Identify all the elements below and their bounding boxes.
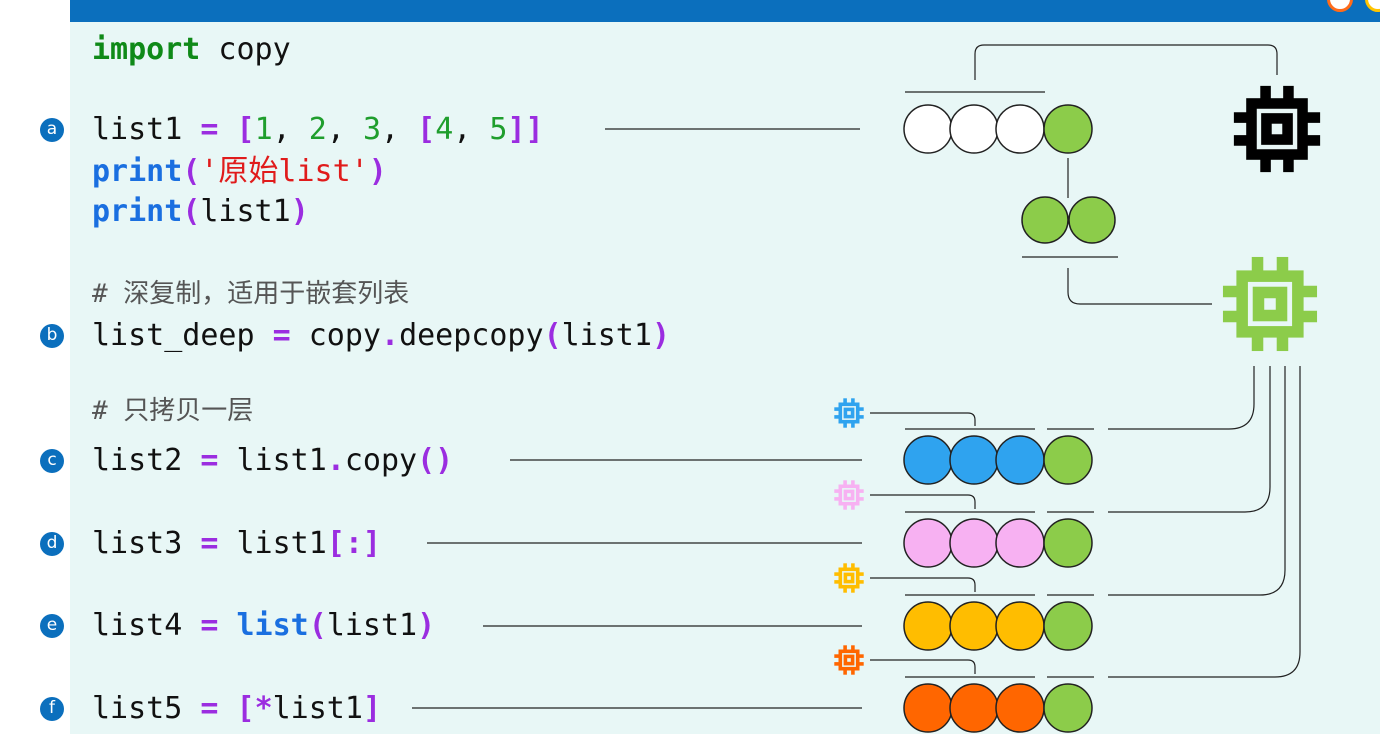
list-element	[949, 104, 999, 154]
list-element	[903, 104, 953, 154]
nested-shared-link	[1108, 366, 1286, 596]
list-element	[903, 518, 953, 568]
list-element	[949, 683, 999, 733]
nested-shared-link	[1108, 366, 1301, 678]
memory-link	[870, 412, 976, 426]
nested-list-ref	[1043, 518, 1093, 568]
nested-list-ref	[1043, 683, 1093, 733]
nested-shared-link	[1108, 366, 1271, 513]
nested-shared-link	[1108, 366, 1255, 430]
list-element	[903, 435, 953, 485]
nested-element	[1068, 196, 1116, 244]
list-element	[949, 518, 999, 568]
chip-icon-list4	[834, 563, 864, 593]
nested-list-ref	[1043, 435, 1093, 485]
list-element	[903, 683, 953, 733]
chip-icon-list5	[834, 645, 864, 675]
nested-list-ref	[1043, 601, 1093, 651]
memory-link	[870, 577, 976, 592]
list-element	[995, 601, 1045, 651]
list-element	[949, 435, 999, 485]
nested-element	[1021, 196, 1069, 244]
list-element	[903, 601, 953, 651]
memory-link	[1067, 268, 1212, 305]
list-element	[995, 683, 1045, 733]
list-element	[995, 518, 1045, 568]
memory-link	[870, 494, 976, 509]
chip-icon-list3	[834, 480, 864, 510]
memory-link	[974, 44, 1278, 80]
memory-link	[870, 659, 976, 674]
list-element	[949, 601, 999, 651]
memory-diagram	[412, 44, 1321, 733]
chip-icon-list2	[834, 398, 864, 428]
chip-icon-deep	[1222, 256, 1318, 352]
chip-icon-original	[1233, 85, 1321, 173]
nested-list-ref	[1043, 104, 1093, 154]
list-element	[995, 104, 1045, 154]
list-element	[995, 435, 1045, 485]
